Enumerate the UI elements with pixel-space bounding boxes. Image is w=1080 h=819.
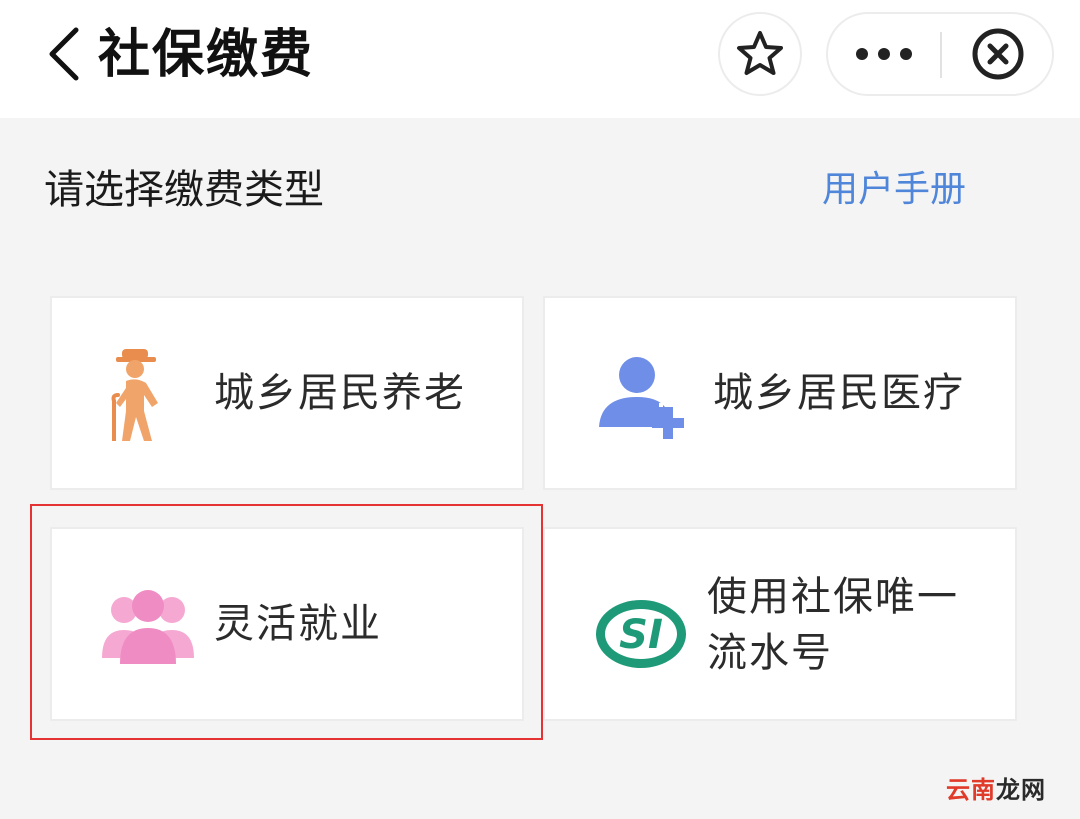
page-title: 社保缴费	[98, 25, 315, 85]
more-dots-icon	[856, 48, 912, 60]
option-card-flexible-employment[interactable]: 灵活就业	[50, 527, 524, 721]
payment-type-prompt: 请选择缴费类型	[44, 167, 324, 213]
watermark: 云南龙网	[946, 772, 1046, 808]
capsule-divider	[940, 32, 942, 78]
svg-text:SI: SI	[619, 612, 663, 658]
option-label-line2: 流水号	[707, 630, 833, 676]
option-card-pension[interactable]: 城乡居民养老	[50, 296, 524, 490]
back-button[interactable]	[40, 24, 90, 84]
option-label-serial-number: 使用社保唯一 流水号	[707, 569, 977, 681]
option-label-flexible-employment: 灵活就业	[214, 601, 382, 647]
star-icon	[737, 31, 783, 75]
watermark-part1: 云南	[946, 776, 996, 804]
option-card-medical[interactable]: 城乡居民医疗	[543, 296, 1017, 490]
people-group-icon	[100, 576, 196, 672]
option-card-serial-number[interactable]: SI 使用社保唯一 流水号	[543, 527, 1017, 721]
si-logo-icon: SI	[593, 576, 689, 672]
more-button[interactable]	[828, 14, 940, 94]
chevron-left-icon	[49, 27, 79, 81]
elderly-person-icon	[100, 345, 196, 443]
option-label-line1: 使用社保唯一	[707, 574, 959, 620]
close-button[interactable]	[944, 14, 1052, 94]
title-bar: 社保缴费	[0, 0, 1080, 118]
watermark-part2: 龙网	[996, 776, 1046, 804]
option-label-medical: 城乡居民医疗	[713, 370, 965, 416]
add-person-icon	[593, 345, 689, 441]
favorite-button[interactable]	[718, 12, 802, 96]
mini-program-capsule	[826, 12, 1054, 96]
user-manual-link[interactable]: 用户手册	[822, 162, 966, 218]
close-circle-icon	[972, 28, 1024, 80]
option-label-pension: 城乡居民养老	[214, 370, 466, 416]
